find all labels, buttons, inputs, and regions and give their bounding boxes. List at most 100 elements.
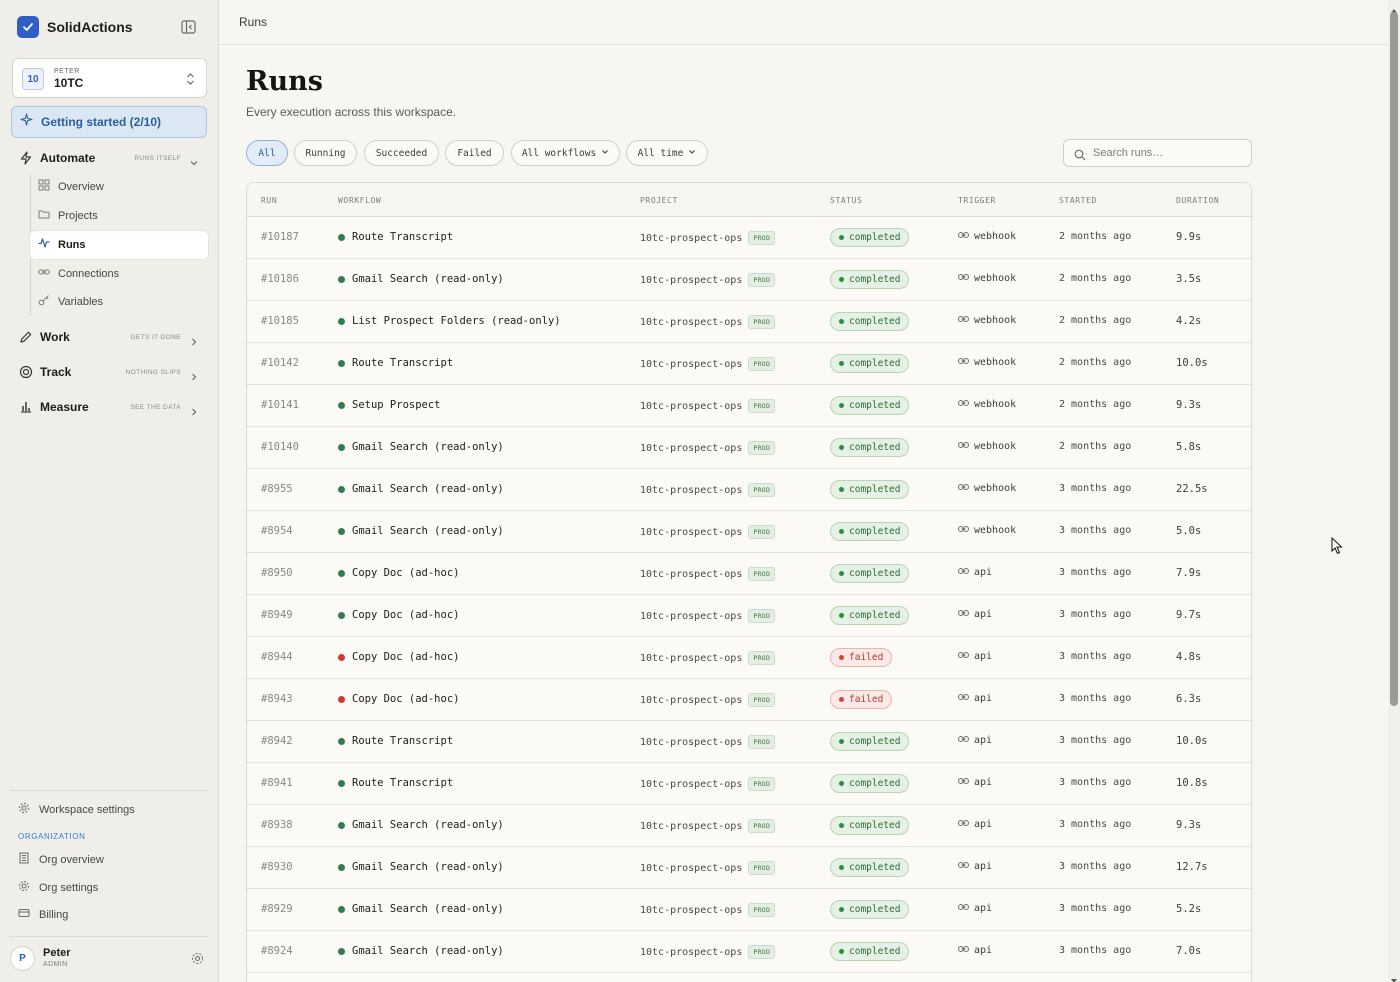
table-row[interactable]: #8929 Gmail Search (read-only) 10tc-prospe… — [247, 889, 1251, 931]
table-row[interactable]: #8930 Gmail Search (read-only) 10tc-prospe… — [247, 847, 1251, 889]
sidebar-item-runs[interactable]: Runs — [30, 231, 208, 259]
project-name[interactable]: 10tc-prospect-ops — [640, 737, 742, 748]
workflow-name[interactable]: Gmail Search (read-only) — [352, 903, 504, 915]
project-name[interactable]: 10tc-prospect-ops — [640, 905, 742, 916]
workflow-name[interactable]: Route Transcript — [352, 231, 453, 243]
run-id-link[interactable]: #8943 — [261, 693, 293, 705]
run-id-link[interactable]: #10187 — [261, 231, 299, 243]
run-id-link[interactable]: #8954 — [261, 525, 293, 537]
run-id-link[interactable]: #8950 — [261, 567, 293, 579]
nav-group-work[interactable]: Work GETS IT DONE — [18, 327, 202, 347]
scrollbar[interactable] — [1388, 0, 1400, 982]
project-name[interactable]: 10tc-prospect-ops — [640, 233, 742, 244]
table-row[interactable]: #8942 Route Transcript 10tc-prospect-ops PR… — [247, 721, 1251, 763]
workspace-switcher[interactable]: 10 PETER 10TC — [12, 58, 207, 98]
workflow-name[interactable]: Route Transcript — [352, 777, 453, 789]
getting-started-button[interactable]: Getting started (2/10) — [11, 106, 207, 138]
table-row[interactable]: #10142 Route Transcript 10tc-prospect-ops P… — [247, 343, 1251, 385]
project-name[interactable]: 10tc-prospect-ops — [640, 863, 742, 874]
run-id-link[interactable]: #8929 — [261, 903, 293, 915]
sidebar-item-connections[interactable]: Connections — [30, 260, 208, 288]
column-header-duration[interactable]: DURATION — [1176, 196, 1219, 205]
scroll-up-arrow-icon[interactable] — [1390, 2, 1398, 13]
table-row[interactable]: #10185 List Prospect Folders (read-only) 1… — [247, 301, 1251, 343]
column-header-workflow[interactable]: WORKFLOW — [338, 196, 381, 205]
project-name[interactable]: 10tc-prospect-ops — [640, 527, 742, 538]
sidebar-item-variables[interactable]: Variables — [30, 288, 208, 316]
table-row[interactable]: #8924 Gmail Search (read-only) 10tc-prospe… — [247, 931, 1251, 973]
table-row[interactable]: #8954 Gmail Search (read-only) 10tc-prospe… — [247, 511, 1251, 553]
time-filter-dropdown[interactable]: All time — [626, 140, 708, 166]
scroll-down-arrow-icon[interactable] — [1390, 972, 1398, 982]
workflow-name[interactable]: Gmail Search (read-only) — [352, 945, 504, 957]
column-header-run[interactable]: RUN — [261, 196, 277, 205]
run-id-link[interactable]: #10141 — [261, 399, 299, 411]
filter-all[interactable]: All — [246, 140, 288, 166]
sidebar-item-projects[interactable]: Projects — [30, 202, 208, 230]
project-name[interactable]: 10tc-prospect-ops — [640, 947, 742, 958]
table-row[interactable]: #8938 Gmail Search (read-only) 10tc-prospe… — [247, 805, 1251, 847]
workflow-name[interactable]: Gmail Search (read-only) — [352, 525, 504, 537]
org-settings-link[interactable]: Org settings — [18, 878, 98, 898]
project-name[interactable]: 10tc-prospect-ops — [640, 443, 742, 454]
project-name[interactable]: 10tc-prospect-ops — [640, 821, 742, 832]
nav-group-track[interactable]: Track NOTHING SLIPS — [18, 362, 202, 382]
brand[interactable]: SolidActions — [17, 16, 133, 38]
run-id-link[interactable]: #8924 — [261, 945, 293, 957]
table-row[interactable]: #8941 Route Transcript 10tc-prospect-ops PR… — [247, 763, 1251, 805]
project-name[interactable]: 10tc-prospect-ops — [640, 401, 742, 412]
sidebar-item-overview[interactable]: Overview — [30, 173, 208, 201]
column-header-project[interactable]: PROJECT — [640, 196, 678, 205]
project-name[interactable]: 10tc-prospect-ops — [640, 317, 742, 328]
search-box[interactable] — [1063, 139, 1252, 167]
table-row[interactable]: #8944 Copy Doc (ad-hoc) 10tc-prospect-ops P… — [247, 637, 1251, 679]
project-name[interactable]: 10tc-prospect-ops — [640, 779, 742, 790]
project-name[interactable]: 10tc-prospect-ops — [640, 569, 742, 580]
run-id-link[interactable]: #8941 — [261, 777, 293, 789]
filter-succeeded[interactable]: Succeeded — [364, 140, 439, 166]
workspace-settings-link[interactable]: Workspace settings — [18, 800, 135, 820]
run-id-link[interactable]: #8930 — [261, 861, 293, 873]
workflow-name[interactable]: Route Transcript — [352, 357, 453, 369]
run-id-link[interactable]: #8942 — [261, 735, 293, 747]
filter-running[interactable]: Running — [294, 140, 357, 166]
table-row[interactable]: #8955 Gmail Search (read-only) 10tc-prospe… — [247, 469, 1251, 511]
table-row[interactable]: #8950 Copy Doc (ad-hoc) 10tc-prospect-ops P… — [247, 553, 1251, 595]
workflow-name[interactable]: Copy Doc (ad-hoc) — [352, 567, 459, 579]
workflow-filter-dropdown[interactable]: All workflows — [511, 140, 620, 166]
project-name[interactable]: 10tc-prospect-ops — [640, 359, 742, 370]
run-id-link[interactable]: #8944 — [261, 651, 293, 663]
workflow-name[interactable]: Gmail Search (read-only) — [352, 441, 504, 453]
workflow-name[interactable]: Gmail Search (read-only) — [352, 861, 504, 873]
filter-failed[interactable]: Failed — [445, 140, 504, 166]
gear-icon[interactable] — [191, 952, 204, 965]
table-row[interactable]: #10186 Gmail Search (read-only) 10tc-prosp… — [247, 259, 1251, 301]
nav-group-automate[interactable]: Automate RUNS ITSELF — [18, 148, 202, 168]
workflow-name[interactable]: Copy Doc (ad-hoc) — [352, 609, 459, 621]
table-row[interactable]: #8949 Copy Doc (ad-hoc) 10tc-prospect-ops P… — [247, 595, 1251, 637]
workflow-name[interactable]: Gmail Search (read-only) — [352, 483, 504, 495]
run-id-link[interactable]: #8955 — [261, 483, 293, 495]
table-row[interactable]: #10187 Route Transcript 10tc-prospect-ops P… — [247, 217, 1251, 259]
run-id-link[interactable]: #8938 — [261, 819, 293, 831]
workflow-name[interactable]: List Prospect Folders (read-only) — [352, 315, 561, 327]
workflow-name[interactable]: Route Transcript — [352, 735, 453, 747]
org-overview-link[interactable]: Org overview — [18, 850, 104, 870]
table-row[interactable]: #10141 Setup Prospect 10tc-prospect-ops PRO… — [247, 385, 1251, 427]
user-menu[interactable]: P Peter ADMIN — [10, 946, 206, 972]
column-header-started[interactable]: STARTED — [1059, 196, 1097, 205]
project-name[interactable]: 10tc-prospect-ops — [640, 695, 742, 706]
workflow-name[interactable]: Gmail Search (read-only) — [352, 819, 504, 831]
project-name[interactable]: 10tc-prospect-ops — [640, 611, 742, 622]
workflow-name[interactable]: Copy Doc (ad-hoc) — [352, 651, 459, 663]
nav-group-measure[interactable]: Measure SEE THE DATA — [18, 397, 202, 417]
project-name[interactable]: 10tc-prospect-ops — [640, 275, 742, 286]
column-header-trigger[interactable]: TRIGGER — [958, 196, 996, 205]
run-id-link[interactable]: #10185 — [261, 315, 299, 327]
project-name[interactable]: 10tc-prospect-ops — [640, 485, 742, 496]
table-row[interactable]: #8943 Copy Doc (ad-hoc) 10tc-prospect-ops P… — [247, 679, 1251, 721]
workflow-name[interactable]: Setup Prospect — [352, 399, 441, 411]
run-id-link[interactable]: #8949 — [261, 609, 293, 621]
collapse-sidebar-icon[interactable] — [181, 20, 196, 34]
project-name[interactable]: 10tc-prospect-ops — [640, 653, 742, 664]
